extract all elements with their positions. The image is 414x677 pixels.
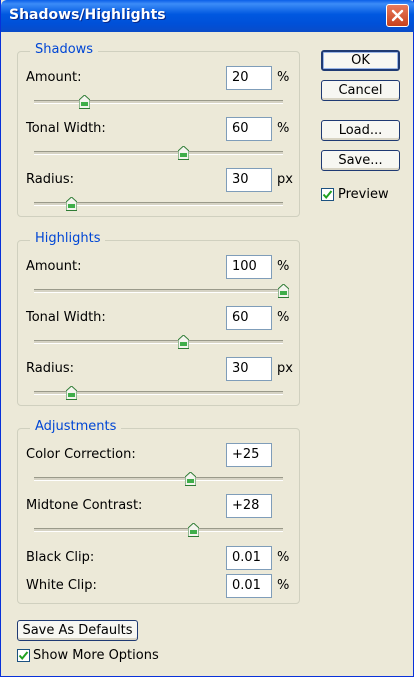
- shadows-amount-unit: %: [277, 70, 290, 85]
- highlights-legend: Highlights: [30, 231, 106, 246]
- save-as-defaults-button[interactable]: Save As Defaults: [17, 620, 138, 641]
- adjustments-legend: Adjustments: [30, 419, 122, 434]
- highlights-amount-slider[interactable]: [34, 284, 289, 298]
- shadows-radius-label: Radius:: [26, 172, 74, 187]
- checkmark-icon: [18, 651, 29, 661]
- white-clip-label: White Clip:: [26, 578, 97, 593]
- shadows-tonal-width-label: Tonal Width:: [26, 121, 106, 136]
- black-clip-input[interactable]: 0.01: [226, 546, 272, 570]
- highlights-tonal-width-label: Tonal Width:: [26, 310, 106, 325]
- shadows-amount-slider[interactable]: [34, 95, 283, 109]
- highlights-tonal-width-input[interactable]: 60: [226, 306, 272, 330]
- shadows-tonal-width-input[interactable]: 60: [226, 117, 272, 141]
- color-correction-label: Color Correction:: [26, 447, 136, 462]
- title-bar[interactable]: Shadows/Highlights: [1, 0, 414, 32]
- black-clip-unit: %: [277, 550, 290, 565]
- load-button[interactable]: Load...: [321, 120, 400, 141]
- close-button[interactable]: [386, 4, 409, 27]
- preview-label: Preview: [338, 187, 389, 202]
- shadows-legend: Shadows: [30, 42, 99, 57]
- shadows-radius-unit: px: [277, 172, 293, 187]
- preview-checkbox[interactable]: [321, 188, 334, 201]
- highlights-radius-input[interactable]: 30: [226, 357, 272, 381]
- highlights-radius-unit: px: [277, 361, 293, 376]
- ok-button[interactable]: OK: [321, 50, 400, 71]
- show-more-options-checkbox[interactable]: [17, 649, 30, 662]
- highlights-amount-unit: %: [277, 259, 290, 274]
- save-button[interactable]: Save...: [321, 150, 400, 171]
- show-more-options-label: Show More Options: [33, 648, 159, 663]
- slider-thumb[interactable]: [66, 386, 78, 400]
- shadows-tonal-width-unit: %: [277, 121, 290, 136]
- midtone-contrast-input[interactable]: +28: [226, 494, 272, 518]
- shadows-tonal-width-slider[interactable]: [34, 146, 283, 160]
- color-correction-input[interactable]: +25: [226, 443, 272, 467]
- shadows-amount-label: Amount:: [26, 70, 82, 85]
- white-clip-input[interactable]: 0.01: [226, 574, 272, 598]
- slider-thumb[interactable]: [66, 197, 78, 211]
- slider-thumb[interactable]: [78, 95, 90, 109]
- shadows-amount-input[interactable]: 20: [226, 66, 272, 90]
- highlights-tonal-width-slider[interactable]: [34, 335, 283, 349]
- color-correction-slider[interactable]: [34, 472, 283, 486]
- shadows-radius-slider[interactable]: [34, 197, 283, 211]
- slider-thumb[interactable]: [178, 335, 190, 349]
- slider-thumb[interactable]: [178, 146, 190, 160]
- slider-thumb[interactable]: [278, 284, 289, 298]
- highlights-group: Highlights Amount: 100 % Tonal Width: 60…: [17, 231, 300, 406]
- slider-thumb[interactable]: [188, 523, 200, 537]
- highlights-tonal-width-unit: %: [277, 310, 290, 325]
- shadows-radius-input[interactable]: 30: [226, 168, 272, 192]
- highlights-amount-input[interactable]: 100: [226, 255, 272, 279]
- shadows-group: Shadows Amount: 20 % Tonal Width: 60 % R…: [17, 42, 300, 217]
- slider-thumb[interactable]: [184, 472, 196, 486]
- adjustments-group: Adjustments Color Correction: +25 Midton…: [17, 419, 300, 604]
- midtone-contrast-label: Midtone Contrast:: [26, 498, 143, 513]
- dialog-title: Shadows/Highlights: [9, 7, 166, 23]
- black-clip-label: Black Clip:: [26, 550, 95, 565]
- close-icon: [391, 9, 404, 22]
- shadows-highlights-dialog: Shadows/Highlights Shadows Amount: 20 % …: [0, 0, 414, 677]
- midtone-contrast-slider[interactable]: [34, 523, 283, 537]
- highlights-radius-label: Radius:: [26, 361, 74, 376]
- highlights-radius-slider[interactable]: [34, 386, 283, 400]
- highlights-amount-label: Amount:: [26, 259, 82, 274]
- white-clip-unit: %: [277, 578, 290, 593]
- cancel-button[interactable]: Cancel: [321, 80, 400, 101]
- checkmark-icon: [322, 190, 333, 200]
